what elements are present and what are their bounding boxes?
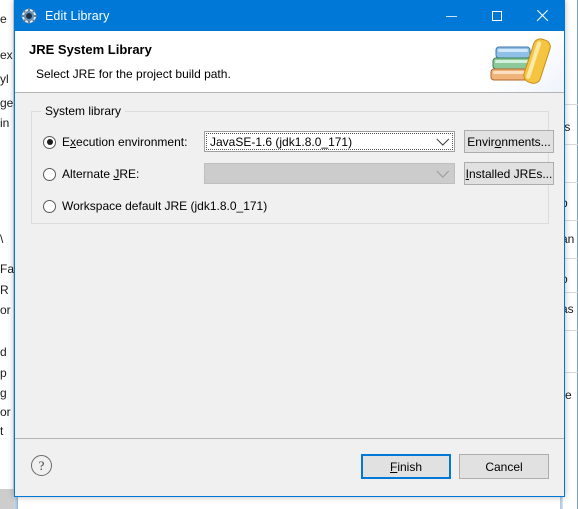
radio-indicator: [43, 135, 56, 149]
background-text-fragment: g: [0, 386, 7, 400]
background-text-fragment: \: [0, 232, 4, 246]
row-alternate-jre: Alternate JRE: Installed JREs...: [32, 162, 554, 186]
background-text-fragment: R: [0, 283, 9, 297]
execution-environment-value: JavaSE-1.6 (jdk1.8.0_171): [210, 134, 353, 149]
page-title: JRE System Library: [29, 42, 152, 57]
row-execution-environment: Execution environment: JavaSE-1.6 (jdk1.…: [32, 130, 554, 154]
radio-label-workspace-default-jre: Workspace default JRE (jdk1.8.0_171): [62, 199, 268, 213]
window-controls: [429, 1, 564, 31]
installed-jres-button[interactable]: Installed JREs...: [464, 162, 554, 185]
environments-button[interactable]: Envir o nments...: [464, 130, 554, 153]
background-text-fragment: yl: [0, 72, 9, 86]
dialog-title: Edit Library: [45, 9, 110, 23]
finish-button[interactable]: Finish: [361, 454, 451, 479]
radio-indicator: [43, 199, 56, 213]
help-icon[interactable]: ?: [31, 455, 52, 476]
close-icon: [536, 10, 548, 22]
group-legend: System library: [41, 104, 126, 118]
background-text-fragment: t: [0, 424, 4, 438]
chevron-down-icon: [432, 164, 454, 183]
radio-workspace-default-jre[interactable]: Workspace default JRE (jdk1.8.0_171): [43, 197, 267, 215]
radio-alternate-jre[interactable]: Alternate JRE:: [43, 165, 139, 183]
gear-icon: [21, 8, 37, 24]
background-text-fragment: or: [0, 405, 11, 419]
close-button[interactable]: [519, 1, 564, 31]
maximize-icon: [491, 11, 502, 21]
dialog-header: JRE System Library Select JRE for the pr…: [15, 31, 564, 93]
background-text-fragment: or: [0, 303, 11, 317]
background-text-fragment: d: [0, 345, 7, 359]
background-text-fragment: in: [0, 116, 10, 130]
cancel-button[interactable]: Cancel: [459, 454, 549, 479]
execution-environment-combo[interactable]: JavaSE-1.6 (jdk1.8.0_171): [204, 131, 455, 152]
system-library-group: System library Execution environment: Ja…: [31, 104, 554, 224]
background-text-fragment: e: [0, 12, 7, 26]
background-text-fragment: Fa: [0, 262, 15, 276]
background-text-fragment: p: [0, 366, 7, 380]
dialog-body: System library Execution environment: Ja…: [15, 93, 564, 438]
maximize-button[interactable]: [474, 1, 519, 31]
footer-buttons: Finish Cancel: [361, 454, 549, 479]
row-workspace-default-jre: Workspace default JRE (jdk1.8.0_171): [32, 194, 548, 218]
dialog-titlebar[interactable]: Edit Library: [15, 1, 564, 31]
books-stack-icon: [482, 31, 564, 92]
background-left-scrollbar[interactable]: [0, 489, 14, 509]
edit-library-dialog: Edit Library JRE System Library Select J…: [14, 0, 565, 497]
background-text-fragment: ex: [0, 48, 13, 62]
minimize-button[interactable]: [429, 1, 474, 31]
radio-execution-environment[interactable]: Execution environment:: [43, 133, 187, 151]
alternate-jre-combo: [204, 163, 455, 184]
chevron-down-icon[interactable]: [432, 132, 454, 151]
radio-label-alternate-jre: Alternate JRE:: [62, 167, 140, 181]
dialog-footer: ? Finish Cancel: [15, 438, 564, 496]
background-text-fragment: ge: [0, 96, 14, 110]
radio-label-execution-environment: Execution environment:: [62, 135, 188, 149]
page-subtitle: Select JRE for the project build path.: [36, 67, 231, 81]
radio-indicator: [43, 167, 56, 181]
minimize-icon: [446, 15, 457, 17]
